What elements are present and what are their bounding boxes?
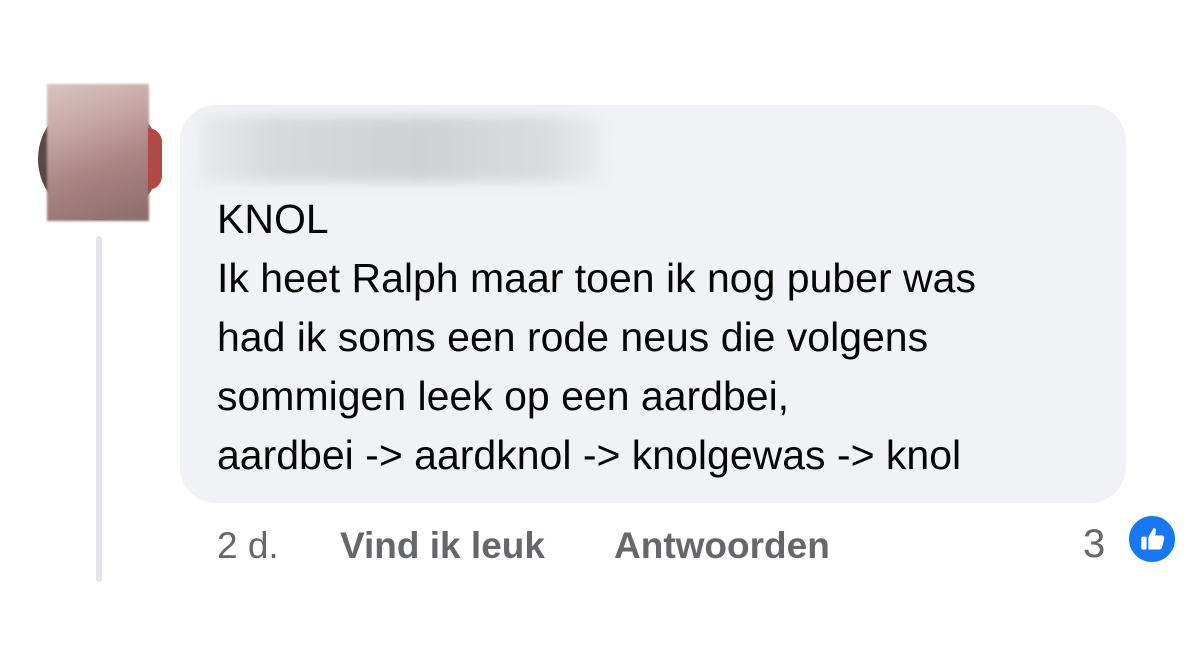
comment-body: KNOL Ik heet Ralph maar toen ik nog pube… (217, 190, 1117, 485)
reaction-count[interactable]: 3 (1083, 522, 1105, 566)
comment-line: sommigen leek op een aardbei, (217, 373, 790, 419)
comment-line: KNOL (217, 196, 329, 242)
comment-actions: 2 d. Vind ik leuk Antwoorden 3 (0, 522, 1200, 570)
comment-thread: KNOL Ik heet Ralph maar toen ik nog pube… (0, 0, 1200, 653)
comment-line: Ik heet Ralph maar toen ik nog puber was (217, 255, 976, 301)
like-button[interactable]: Vind ik leuk (340, 522, 545, 570)
avatar-redacted (47, 84, 149, 221)
author-name-redacted[interactable] (200, 116, 602, 182)
comment-line: aardbei -> aardknol -> knolgewas -> knol (217, 432, 962, 478)
avatar-edge (148, 128, 162, 190)
comment-line: had ik soms een rode neus die volgens (217, 314, 929, 360)
reply-button[interactable]: Antwoorden (614, 522, 830, 570)
thumbs-up-icon[interactable] (1126, 513, 1178, 565)
comment-timestamp[interactable]: 2 d. (217, 522, 279, 570)
